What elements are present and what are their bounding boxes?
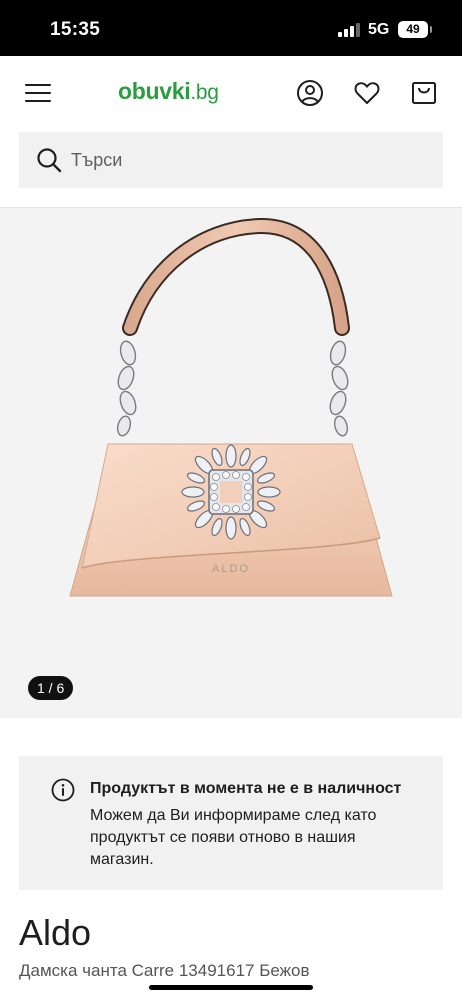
search-icon[interactable] <box>36 147 62 173</box>
product-name: Дамска чанта Carre 13491617 Бежов <box>19 961 310 980</box>
notice-body: Можем да Ви информираме след като продук… <box>90 805 420 871</box>
notice-line: магазин. <box>90 851 154 868</box>
product-gallery[interactable]: ALDO 1 / 6 <box>0 208 462 718</box>
notice-title: Продуктът в момента не е в наличност <box>90 780 402 797</box>
home-indicator[interactable] <box>149 985 313 990</box>
network-label: 5G <box>368 21 390 38</box>
logo-main-text: obuvki <box>118 78 191 104</box>
status-time: 15:35 <box>50 19 101 40</box>
notice-line: Можем да Ви информираме след като <box>90 807 377 824</box>
product-brand[interactable]: Aldo <box>19 912 91 954</box>
shopping-bag-icon[interactable] <box>410 79 438 107</box>
logo-tld-text: .bg <box>190 81 219 104</box>
battery-tip <box>430 26 432 33</box>
status-bar: 15:35 5G 49 <box>0 0 462 56</box>
product-image[interactable]: ALDO <box>0 208 462 718</box>
site-header: obuvki.bg <box>0 56 462 128</box>
signal-icon <box>338 23 360 37</box>
search-bar[interactable] <box>19 132 443 188</box>
gallery-counter: 1 / 6 <box>28 676 74 700</box>
user-icon[interactable] <box>296 79 324 107</box>
bag-brand-text: ALDO <box>212 563 250 575</box>
heart-icon[interactable] <box>353 79 381 107</box>
hamburger-menu-icon[interactable] <box>25 83 51 103</box>
out-of-stock-notice: Продуктът в момента не е в наличност Мож… <box>19 756 443 890</box>
search-input[interactable] <box>71 132 431 188</box>
notice-line: продуктът се появи отново в нашия <box>90 829 356 846</box>
site-logo[interactable]: obuvki.bg <box>118 78 219 108</box>
battery-icon: 49 <box>398 21 428 38</box>
info-icon <box>51 778 75 802</box>
